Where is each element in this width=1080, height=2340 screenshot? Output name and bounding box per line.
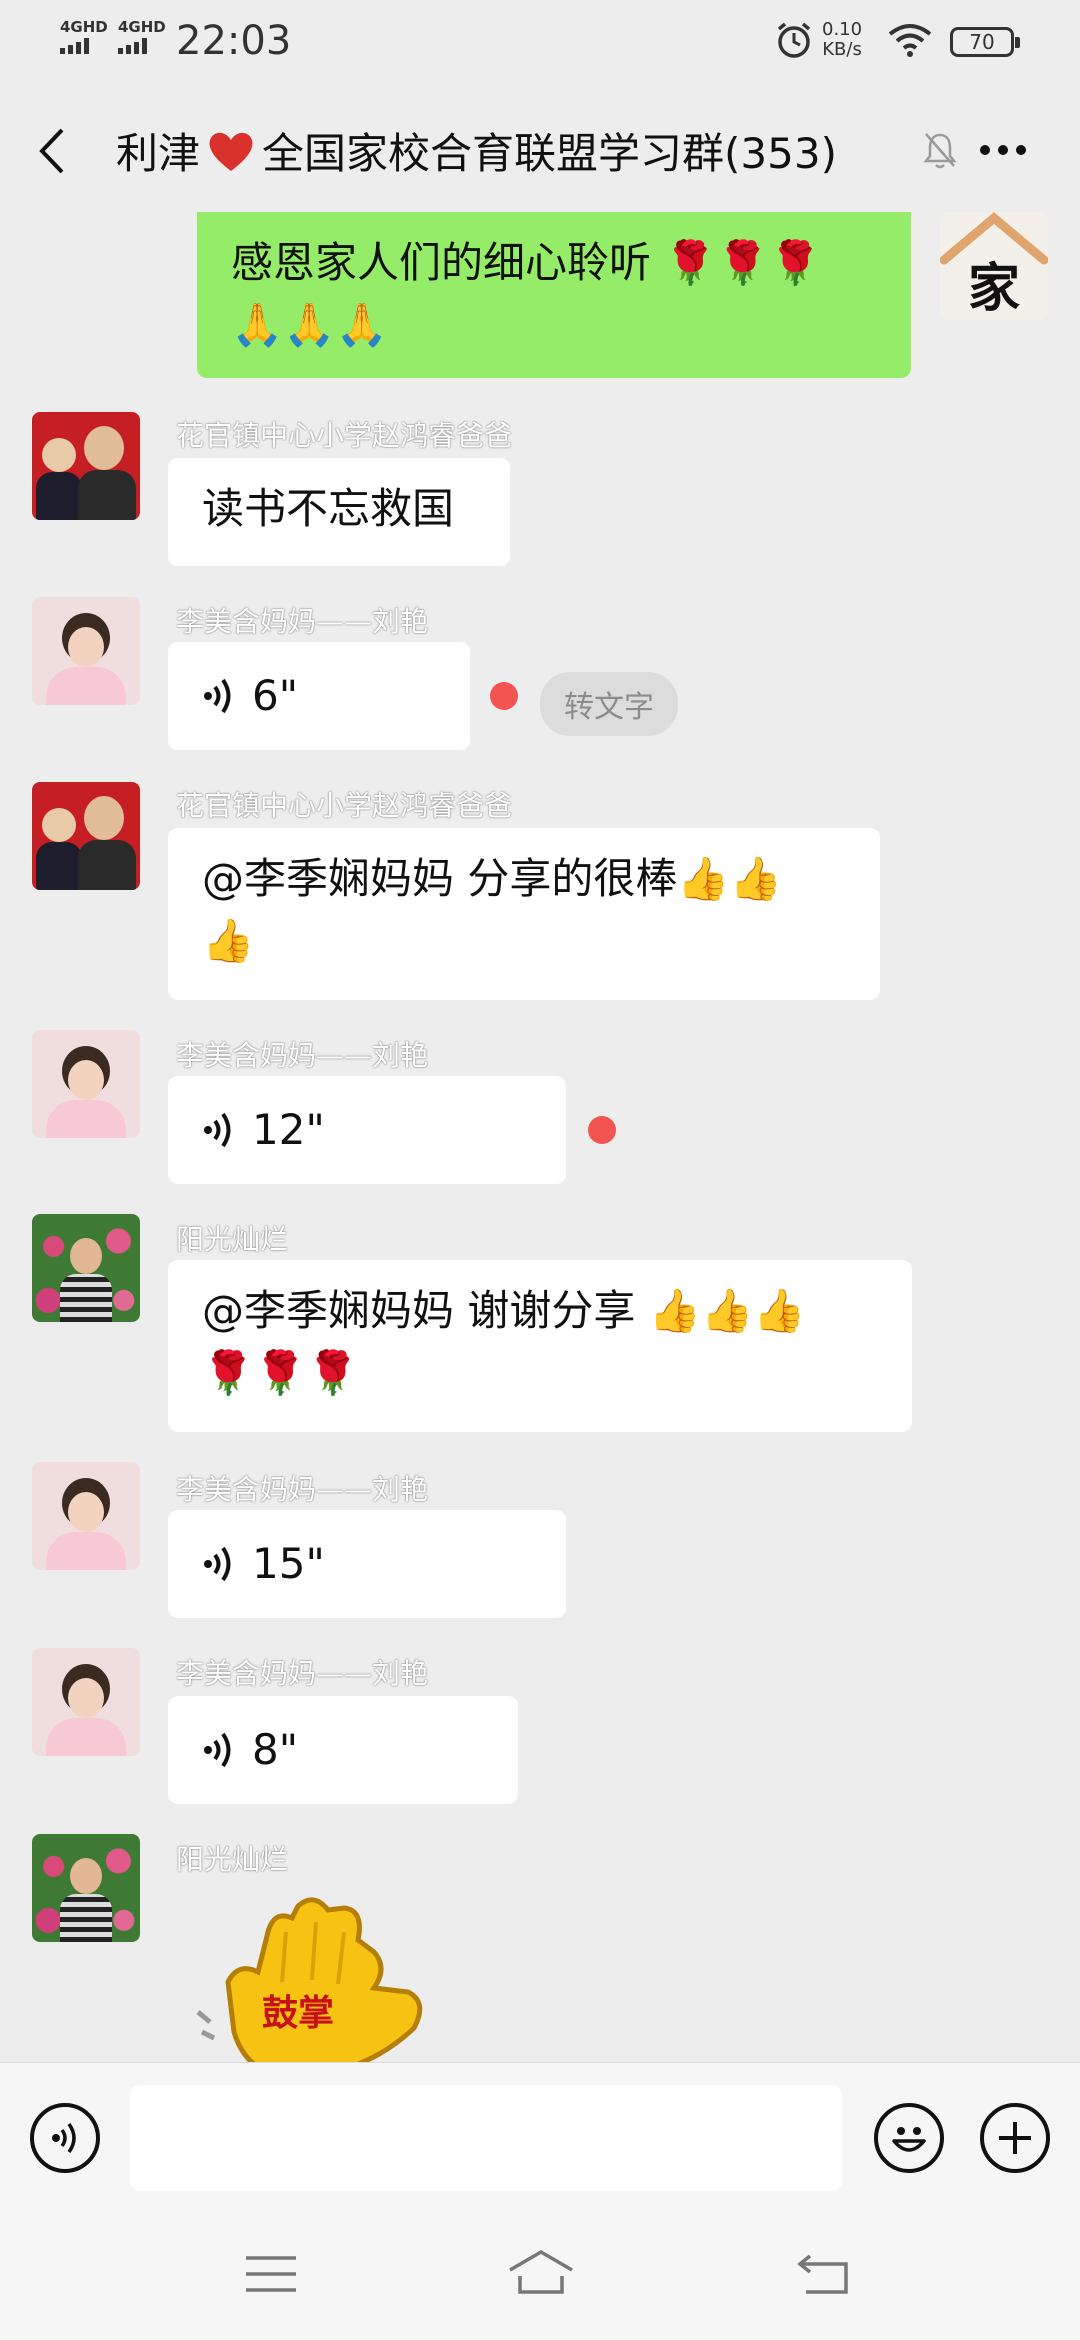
avatar-mother-liu[interactable] (32, 1462, 140, 1570)
message-text-line-2: 👍 (202, 916, 255, 965)
message-text-line-1: @李季娴妈妈 谢谢分享 👍👍👍 (202, 1286, 806, 1335)
avatar-mother-liu[interactable] (32, 1648, 140, 1756)
chat-header: 利津 全国家校合育联盟学习群(353) (0, 90, 1080, 210)
avatar-father-zhao[interactable] (32, 782, 140, 890)
status-bar: 4GHD 4GHD 22:03 0.10 KB/s 70 (0, 0, 1080, 80)
network-speed-value: 0.10 (822, 19, 863, 40)
wifi-icon (888, 24, 932, 57)
system-nav-bar (0, 2212, 1080, 2340)
sender-name: 花官镇中心小学赵鸿睿爸爸 (176, 789, 513, 822)
signal-label-2: 4GHD (118, 18, 166, 36)
sender-name: 花官镇中心小学赵鸿睿爸爸 (176, 419, 513, 452)
sticker-text: 鼓掌 (262, 1992, 335, 2034)
message-input[interactable] (130, 2085, 842, 2191)
sender-name: 李美含妈妈——刘艳 (176, 1039, 429, 1072)
own-message-bubble[interactable]: 感恩家人们的细心聆听 🌹🌹🌹 🙏🙏🙏 (197, 212, 911, 378)
signal-bars-2-icon (118, 38, 147, 54)
message-text-line-1: 感恩家人们的细心聆听 🌹🌹🌹 (231, 238, 822, 287)
sender-name: 李美含妈妈——刘艳 (176, 605, 429, 638)
voice-duration: 12" (252, 1105, 325, 1154)
voice-message-bubble[interactable]: 8" (168, 1696, 518, 1804)
menu-icon[interactable] (244, 2254, 298, 2294)
heart-icon (209, 132, 253, 171)
message-text-line-1: @李季娴妈妈 分享的很棒👍👍 (202, 854, 782, 903)
voice-wave-icon (204, 1546, 231, 1582)
message-bubble[interactable]: @李季娴妈妈 谢谢分享 👍👍👍 🌹🌹🌹 (168, 1260, 912, 1432)
message-text-line-2: 🙏🙏🙏 (231, 300, 388, 349)
network-speed-unit: KB/s (822, 39, 862, 60)
clapping-hand-icon (196, 1897, 423, 2062)
message-list[interactable]: 感恩家人们的细心聆听 🌹🌹🌹 🙏🙏🙏 家 花官镇中心小学赵鸿睿爸爸 读书不忘救国… (0, 212, 1080, 2062)
message-text: 读书不忘救国 (202, 484, 455, 533)
input-bar (0, 2062, 1080, 2213)
mute-bell-icon (923, 133, 957, 169)
back-nav-icon[interactable] (796, 2252, 852, 2296)
signal-bars-1-icon (60, 38, 89, 54)
battery-icon: 70 (950, 27, 1020, 57)
chat-title: 利津 全国家校合育联盟学习群(353) (116, 120, 837, 181)
plus-icon[interactable] (980, 2103, 1050, 2173)
avatar-father-zhao[interactable] (32, 412, 140, 520)
message-text-line-2: 🌹🌹🌹 (202, 1348, 359, 1397)
voice-message-bubble[interactable]: 12" (168, 1076, 566, 1184)
voice-duration: 6" (252, 671, 299, 720)
own-avatar[interactable]: 家 (940, 212, 1048, 320)
hands-roof-graphic (940, 212, 1048, 265)
avatar-sunshine[interactable] (32, 1214, 140, 1322)
sender-name: 李美含妈妈——刘艳 (176, 1473, 429, 1506)
unread-dot (588, 1116, 616, 1144)
avatar-mother-liu[interactable] (32, 597, 140, 705)
voice-wave-icon (204, 678, 231, 714)
chat-title-name: 全国家校合育联盟学习群(353) (262, 129, 837, 178)
unread-dot (490, 682, 518, 710)
convert-to-text-button[interactable]: 转文字 (540, 672, 678, 736)
voice-duration: 8" (252, 1725, 299, 1774)
clap-sticker[interactable]: 鼓掌 (188, 1892, 458, 2062)
voice-message-bubble[interactable]: 15" (168, 1510, 566, 1618)
alarm-icon (777, 22, 811, 58)
network-speed: 0.10 KB/s (822, 20, 862, 60)
clock: 22:03 (176, 18, 292, 64)
home-icon[interactable] (506, 2248, 576, 2298)
voice-duration: 15" (252, 1539, 325, 1588)
sender-name: 阳光灿烂 (176, 1223, 289, 1256)
message-bubble[interactable]: 读书不忘救国 (168, 458, 510, 566)
voice-mode-icon[interactable] (30, 2103, 100, 2173)
back-icon[interactable] (34, 126, 70, 176)
message-bubble[interactable]: @李季娴妈妈 分享的很棒👍👍 👍 (168, 828, 880, 1000)
signal-label-1: 4GHD (60, 18, 108, 36)
voice-wave-icon (204, 1112, 231, 1148)
sender-name: 李美含妈妈——刘艳 (176, 1657, 429, 1690)
emoji-icon[interactable] (874, 2103, 944, 2173)
avatar-sunshine[interactable] (32, 1834, 140, 1942)
chat-title-prefix: 利津 (116, 129, 201, 178)
avatar-mother-liu[interactable] (32, 1030, 140, 1138)
voice-message-bubble[interactable]: 6" (168, 642, 470, 750)
sender-name: 阳光灿烂 (176, 1843, 289, 1876)
voice-wave-icon (204, 1732, 231, 1768)
more-icon[interactable] (978, 140, 1028, 160)
